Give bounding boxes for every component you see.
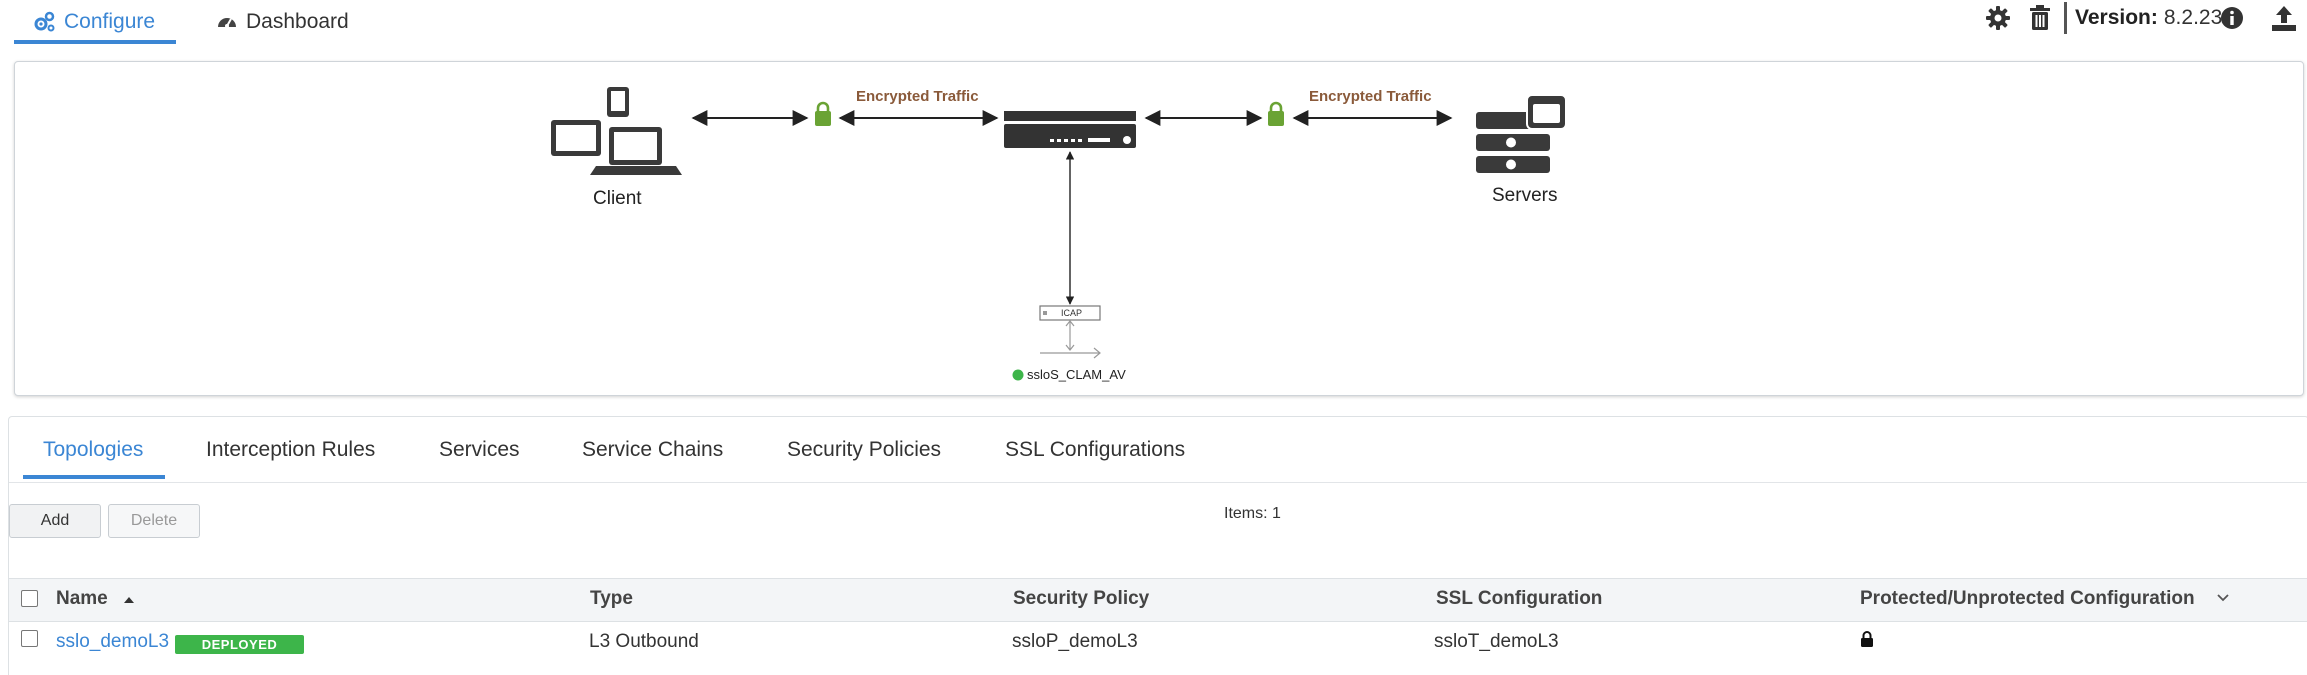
tab-ssl-configurations[interactable]: SSL Configurations	[1005, 438, 1185, 462]
add-button[interactable]: Add	[9, 504, 101, 538]
status-badge: DEPLOYED	[175, 635, 304, 654]
tab-interception-rules[interactable]: Interception Rules	[206, 438, 375, 462]
service-status-dot	[1012, 369, 1024, 381]
active-tab-indicator	[23, 475, 165, 479]
tabs-divider	[9, 482, 2307, 483]
column-header-name[interactable]: Name	[56, 588, 135, 610]
lock-icon	[1860, 630, 1874, 653]
service-name-label[interactable]: ssloS_CLAM_AV	[1027, 367, 1126, 382]
servers-label: Servers	[1492, 185, 1558, 206]
icap-label: ICAP	[1061, 308, 1083, 318]
client-devices-icon	[551, 87, 682, 175]
lock-icon	[1268, 101, 1284, 126]
lock-icon	[815, 101, 831, 126]
type-cell: L3 Outbound	[589, 631, 699, 652]
select-all-checkbox[interactable]	[21, 590, 38, 607]
items-count: Items: 1	[1224, 505, 1281, 522]
table-row: sslo_demoL3 DEPLOYED L3 Outbound ssloP_d…	[9, 621, 2307, 674]
tab-service-chains[interactable]: Service Chains	[582, 438, 723, 462]
security-policy-cell: ssloP_demoL3	[1012, 631, 1138, 652]
column-header-type[interactable]: Type	[590, 588, 633, 610]
appliance-icon	[1004, 111, 1136, 148]
column-header-security-policy[interactable]: Security Policy	[1013, 588, 1149, 610]
servers-icon	[1476, 94, 1567, 173]
column-header-protected-unprotected[interactable]: Protected/Unprotected Configuration	[1860, 588, 2195, 610]
topology-diagram-graphics	[551, 87, 1567, 381]
encrypted-traffic-label-left: Encrypted Traffic	[856, 88, 979, 105]
encrypted-traffic-label-right: Encrypted Traffic	[1309, 88, 1432, 105]
delete-button[interactable]: Delete	[108, 504, 200, 538]
client-label: Client	[593, 188, 642, 209]
tab-services[interactable]: Services	[439, 438, 520, 462]
tab-topologies[interactable]: Topologies	[43, 438, 143, 462]
row-checkbox[interactable]	[21, 630, 38, 647]
topology-name-link[interactable]: sslo_demoL3	[56, 631, 169, 653]
ssl-configuration-cell: ssloT_demoL3	[1434, 631, 1559, 652]
tab-security-policies[interactable]: Security Policies	[787, 438, 941, 462]
sort-ascending-icon	[123, 588, 135, 610]
chevron-down-icon[interactable]	[2216, 590, 2230, 608]
column-header-ssl-configuration[interactable]: SSL Configuration	[1436, 588, 1602, 610]
